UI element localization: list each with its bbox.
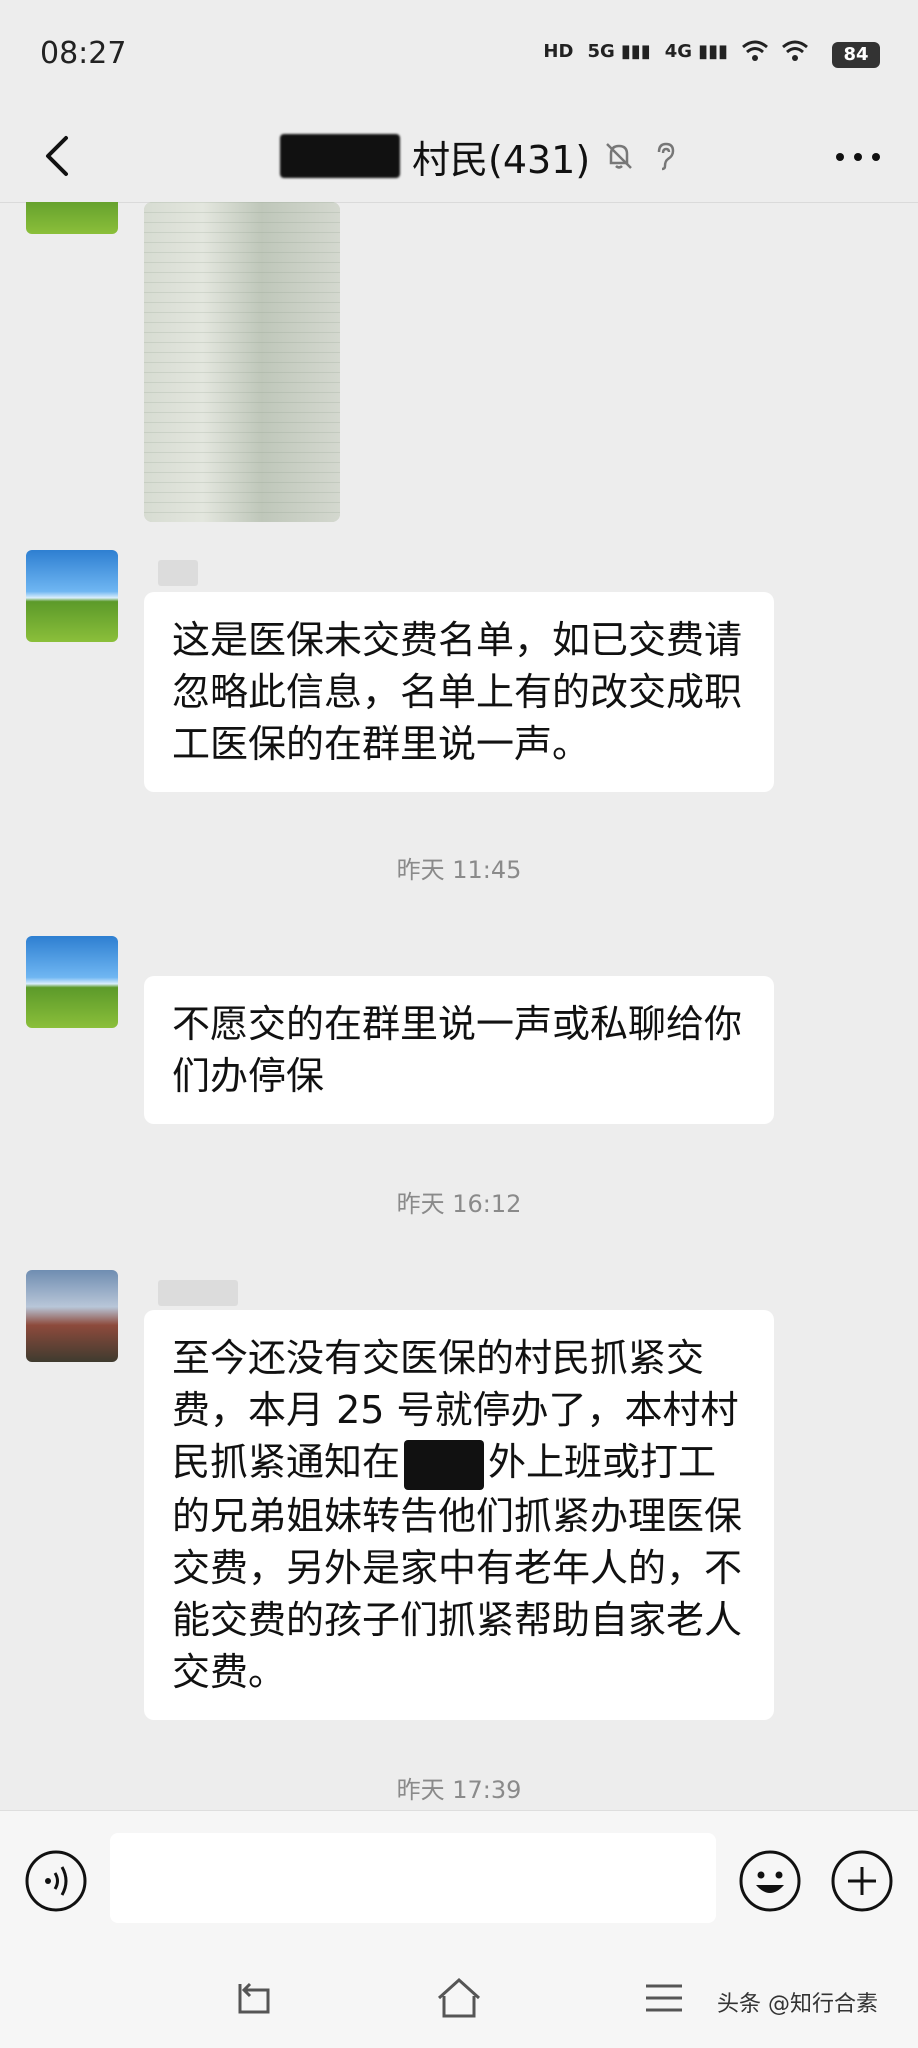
chat-messages-area[interactable]: 这是医保未交费名单，如已交费请忽略此信息，名单上有的改交成职工医保的在群里说一声… — [0, 202, 918, 1810]
chat-title[interactable]: 村民(431) — [412, 129, 590, 184]
message-timestamp: 昨天 16:12 — [396, 1190, 522, 1218]
more-options-button[interactable] — [828, 132, 888, 182]
system-navigation-bar: 头条 @知行合素 — [0, 1950, 918, 2048]
message-text: 这是医保未交费名单，如已交费请忽略此信息，名单上有的改交成职工医保的在群里说一声… — [172, 618, 743, 766]
redacted-title-block — [280, 134, 400, 178]
hd-icon: HD — [543, 40, 574, 62]
nav-home-button[interactable] — [434, 1974, 484, 2024]
sender-avatar[interactable] — [26, 550, 118, 642]
emoji-button[interactable] — [738, 1849, 802, 1913]
mute-icon — [606, 143, 633, 169]
voice-input-button[interactable] — [24, 1849, 88, 1913]
message-timestamp: 昨天 11:45 — [396, 856, 522, 884]
sender-avatar[interactable] — [26, 202, 118, 234]
watermark: 头条 @知行合素 — [717, 1992, 878, 2017]
nav-back-button[interactable] — [230, 1976, 276, 2022]
chat-title-group: 村民(431) — [280, 128, 682, 184]
signal-4g-icon: 4G ▮▮▮ — [664, 40, 728, 62]
redacted-sender-name — [158, 560, 198, 586]
signal-5g-icon: 5G ▮▮▮ — [587, 40, 651, 62]
spreadsheet-image — [144, 202, 340, 522]
clock: 08:27 — [40, 36, 127, 71]
message-text-field[interactable] — [110, 1833, 716, 1923]
add-attachment-button[interactable] — [830, 1849, 894, 1913]
message-bubble[interactable]: 不愿交的在群里说一声或私聊给你们办停保 — [144, 976, 774, 1124]
redacted-text — [404, 1439, 485, 1490]
message-timestamp: 昨天 17:39 — [396, 1776, 522, 1804]
nav-menu-button[interactable] — [642, 1976, 686, 2020]
message-bubble[interactable]: 这是医保未交费名单，如已交费请忽略此信息，名单上有的改交成职工医保的在群里说一声… — [144, 592, 774, 792]
status-icons: HD 5G ▮▮▮ 4G ▮▮▮ — [543, 40, 808, 62]
sender-avatar[interactable] — [26, 936, 118, 1028]
wifi-icon — [742, 40, 768, 61]
wifi-icon-2 — [782, 40, 808, 61]
sender-avatar[interactable] — [26, 1270, 118, 1362]
message-input-bar — [0, 1810, 918, 1951]
status-bar: 08:27 HD 5G ▮▮▮ 4G ▮▮▮ 84 — [0, 0, 918, 110]
message-bubble[interactable]: 至今还没有交医保的村民抓紧交费，本月 25 号就停办了，本村村民抓紧通知在 外上班… — [144, 1310, 774, 1720]
message-text: 不愿交的在群里说一声或私聊给你们办停保 — [172, 1002, 743, 1098]
redacted-sender-name — [158, 1280, 238, 1306]
battery-indicator: 84 — [832, 42, 880, 68]
ear-icon — [657, 142, 675, 171]
spreadsheet-image-message[interactable] — [144, 202, 340, 522]
chat-header: 村民(431) — [0, 110, 918, 203]
back-button[interactable] — [30, 126, 90, 186]
